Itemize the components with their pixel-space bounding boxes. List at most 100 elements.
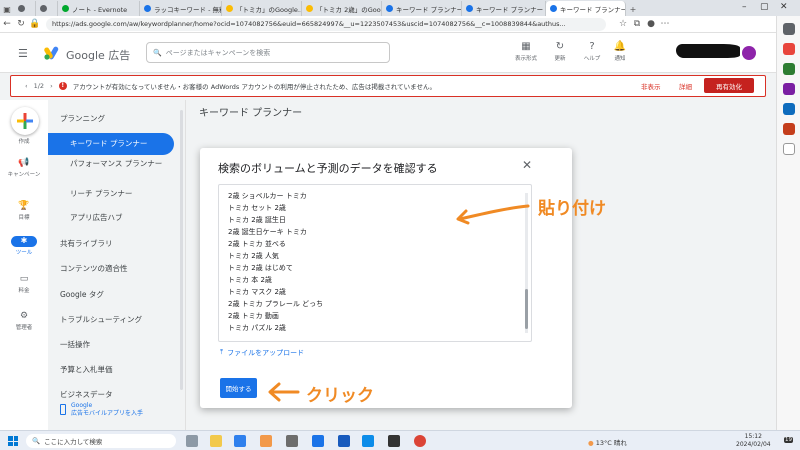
close-icon[interactable]: ✕ [522,158,532,172]
keyword-line: トミカ 2歳 誕生日 [228,216,286,224]
rail-label: 目標 [18,215,30,221]
tab-label: キーワード プランナー [560,5,626,14]
browser-tab-keyword-planner-2[interactable]: キーワード プランナー× [462,1,546,16]
notification-count[interactable]: 19 [784,437,793,443]
create-button[interactable] [11,107,39,135]
rail-item-admin[interactable]: ⚙ 管理者 [0,311,48,331]
search-input[interactable]: 🔍 ページまたはキャンペーンを検索 [146,42,390,63]
browser-tab-keyword-planner-active[interactable]: キーワード プランナー× [546,1,626,16]
notifications-button[interactable]: 🔔 通知 [606,41,634,62]
next-alert-icon[interactable]: › [50,82,53,90]
page-title: キーワード プランナー [199,108,303,119]
shopping-icon[interactable] [782,43,795,55]
keyword-line: トミカ 2歳 はじめて [228,264,293,272]
nav-item-keyword-planner[interactable]: キーワード プランナー [70,138,147,149]
browser-tab-strip: ▣ ノート - Evernote ラッコキーワード - 無料× 「トミカ」のGo… [0,0,800,16]
tab-favicon [226,5,233,12]
nav-item-performance-planner[interactable]: パフォーマンス プランナー [70,158,162,169]
rail-item-goals[interactable]: 🏆 目標 [0,201,48,221]
word-icon[interactable] [338,435,350,447]
rail-item-create[interactable]: 作成 [0,136,48,145]
office-icon[interactable] [782,123,795,135]
chrome-icon[interactable] [414,435,426,447]
nav-section-shared-library[interactable]: 共有ライブラリ [60,238,113,249]
task-view-icon[interactable] [186,435,198,447]
keyword-line: 2歳 誕生日ケーキ トミカ [228,228,307,236]
system-clock[interactable]: 15:12 2024/02/04 [736,433,771,449]
maximize-icon[interactable]: ▢ [760,2,769,12]
taskbar-search[interactable]: 🔍 ここに入力して検索 [26,434,176,448]
nav-section-business-data[interactable]: ビジネスデータ [60,389,113,400]
app-icon[interactable] [312,435,324,447]
rail-item-tools[interactable]: ✱ ツール [0,236,48,256]
keyword-line: 2歳 トミカ 並べる [228,240,286,248]
favorite-icon[interactable]: ☆ [616,19,630,29]
folder-icon[interactable] [260,435,272,447]
add-icon[interactable] [782,143,795,155]
mobile-app-promo[interactable]: Google 広告モバイルアプリを入手 [71,402,143,418]
weather-widget[interactable]: ● 13°C 晴れ [588,437,627,447]
tab-label: キーワード プランナー [476,5,544,14]
minimize-icon[interactable]: – [742,2,747,12]
rail-item-campaigns[interactable]: 📢 キャンペーン [0,158,48,178]
display-format-button[interactable]: ▦ 表示形式 [512,41,540,62]
dialog-title: 検索のボリュームと予測のデータを確認する [218,162,438,175]
close-window-icon[interactable]: ✕ [780,2,788,12]
nav-section-planning[interactable]: プランニング [60,113,105,124]
refresh-button[interactable]: ↻ 更新 [546,41,574,62]
back-icon[interactable]: ← [0,19,14,29]
more-icon[interactable]: ⋯ [658,19,672,29]
browser-tab-tomica[interactable]: 「トミカ」のGoogle…× [222,1,302,16]
nav-item-reach-planner[interactable]: リーチ プランナー [70,188,132,199]
workspaces-icon[interactable]: ▣ [0,2,14,16]
nav-section-budgets-bids[interactable]: 予算と入札単価 [60,364,113,375]
rail-item-billing[interactable]: ▭ 料金 [0,274,48,294]
edge-icon[interactable] [362,435,374,447]
browser-tab-1[interactable] [14,1,36,16]
rail-label: 管理者 [15,325,33,331]
browser-tab-keyword-planner-1[interactable]: キーワード プランナー× [382,1,462,16]
detail-link[interactable]: 詳細 [679,81,692,91]
help-label: ヘルプ [583,56,601,62]
keyword-line: トミカ セット 2歳 [228,204,286,212]
browser-tab-tomica-2sai[interactable]: 「トミカ 2歳」のGoogle× [302,1,382,16]
error-icon: ! [58,82,67,90]
search-icon[interactable] [782,23,795,35]
browser-tab-2[interactable] [36,1,58,16]
nav-section-bulk-actions[interactable]: 一括操作 [60,339,90,350]
start-button[interactable]: 開始する [220,378,257,398]
games-icon[interactable] [782,83,795,95]
app-icon[interactable] [286,435,298,447]
app-icon[interactable] [388,435,400,447]
tools-icon[interactable] [782,63,795,75]
url-field[interactable]: https://ads.google.com/aw/keywordplanner… [46,17,606,31]
nav-section-troubleshooting[interactable]: トラブルシューティング [60,314,142,325]
arrow-click-icon [268,382,300,402]
nav-item-content-suitability[interactable]: コンテンツの適合性 [60,263,128,274]
subnav-scrollbar[interactable] [180,110,183,390]
reactivate-button[interactable]: 再有効化 [704,78,754,93]
dismiss-link[interactable]: 非表示 [641,81,661,91]
account-alert-banner: ‹ 1/2 › ! アカウントが有効になっていません・お客様の AdWords … [10,75,766,97]
prev-alert-icon[interactable]: ‹ [25,82,28,90]
nav-item-google-tag[interactable]: Google タグ [60,289,104,300]
upload-file-link[interactable]: ⤒ ファイルをアップロード [220,348,304,358]
nav-item-app-ads-hub[interactable]: アプリ広告ハブ [70,212,123,223]
avatar[interactable] [742,46,756,60]
help-button[interactable]: ? ヘルプ [578,41,606,62]
new-tab-icon[interactable]: + [626,2,640,16]
mail-icon[interactable] [234,435,246,447]
outlook-icon[interactable] [782,103,795,115]
redacted-account [676,44,740,58]
gear-icon: ⚙ [19,311,29,321]
refresh-icon[interactable]: ↻ [14,19,28,29]
file-explorer-icon[interactable] [210,435,222,447]
menu-icon[interactable]: ☰ [18,47,28,60]
collections-icon[interactable]: ⧉ [630,19,644,29]
browser-tab-evernote[interactable]: ノート - Evernote [58,1,140,16]
windows-start-icon[interactable] [8,436,18,446]
textarea-scrollbar-thumb[interactable] [525,289,528,329]
browser-tab-rakko[interactable]: ラッコキーワード - 無料× [140,1,222,16]
profile-icon[interactable]: ● [644,19,658,29]
rail-label: 作成 [18,139,30,145]
